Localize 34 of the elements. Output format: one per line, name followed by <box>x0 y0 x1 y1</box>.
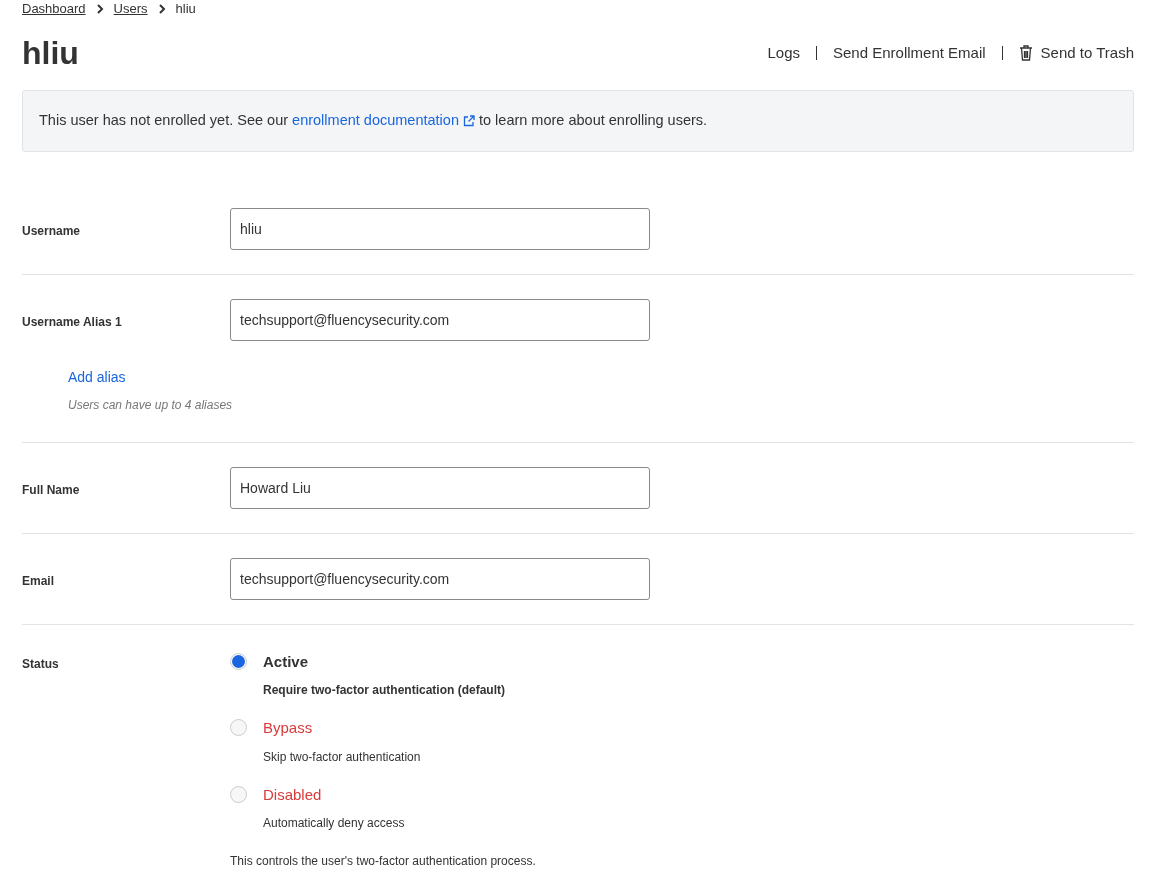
option-description: Automatically deny access <box>263 815 405 833</box>
radio-button[interactable] <box>230 652 247 670</box>
radio-button[interactable] <box>230 785 247 803</box>
action-link[interactable]: Logs <box>767 41 800 65</box>
trash-icon <box>1018 45 1033 61</box>
hint-text: Users can have up to 4 aliases <box>68 396 234 414</box>
page-title: hliu <box>22 37 79 69</box>
add-alias-link[interactable]: Add alias <box>68 368 126 385</box>
breadcrumb-current: hliu <box>175 0 196 18</box>
documentation-link[interactable]: enrollment documentation <box>292 110 475 132</box>
help-text: This controls the user's two-factor authentication process. <box>230 853 536 871</box>
option-description: Require two-factor authentication (default) <box>263 682 505 700</box>
notice-text: This user has not enrolled yet. See our enrollment documentation to learn more about enrolling users. <box>39 110 1117 132</box>
option-description: Skip two-factor authentication <box>263 748 421 766</box>
option-label: Active <box>263 651 310 672</box>
text-field[interactable]: techsupport@fluencysecurity.com <box>230 557 650 600</box>
trash-button[interactable]: Send to Trash <box>1018 41 1134 65</box>
external-link-icon <box>462 114 475 127</box>
text-field[interactable]: techsupport@fluencysecurity.com <box>230 298 650 341</box>
field-label: Username <box>22 222 82 240</box>
option-label: Bypass <box>263 718 314 739</box>
field-label: Username Alias 1 <box>22 313 123 331</box>
text-field[interactable]: Howard Liu <box>230 466 650 509</box>
breadcrumb-link[interactable]: Dashboard <box>22 0 86 18</box>
text-field[interactable]: hliu <box>230 207 650 250</box>
chevron-right-icon <box>95 4 104 14</box>
radio-button[interactable] <box>230 719 247 737</box>
field-label: Email <box>22 572 55 590</box>
breadcrumb-link[interactable]: Users <box>113 0 148 18</box>
chevron-right-icon <box>157 4 166 14</box>
option-label: Disabled <box>263 784 323 805</box>
field-label: Status <box>22 655 60 673</box>
action-link[interactable]: Send Enrollment Email <box>833 41 986 65</box>
field-label: Full Name <box>22 481 81 499</box>
